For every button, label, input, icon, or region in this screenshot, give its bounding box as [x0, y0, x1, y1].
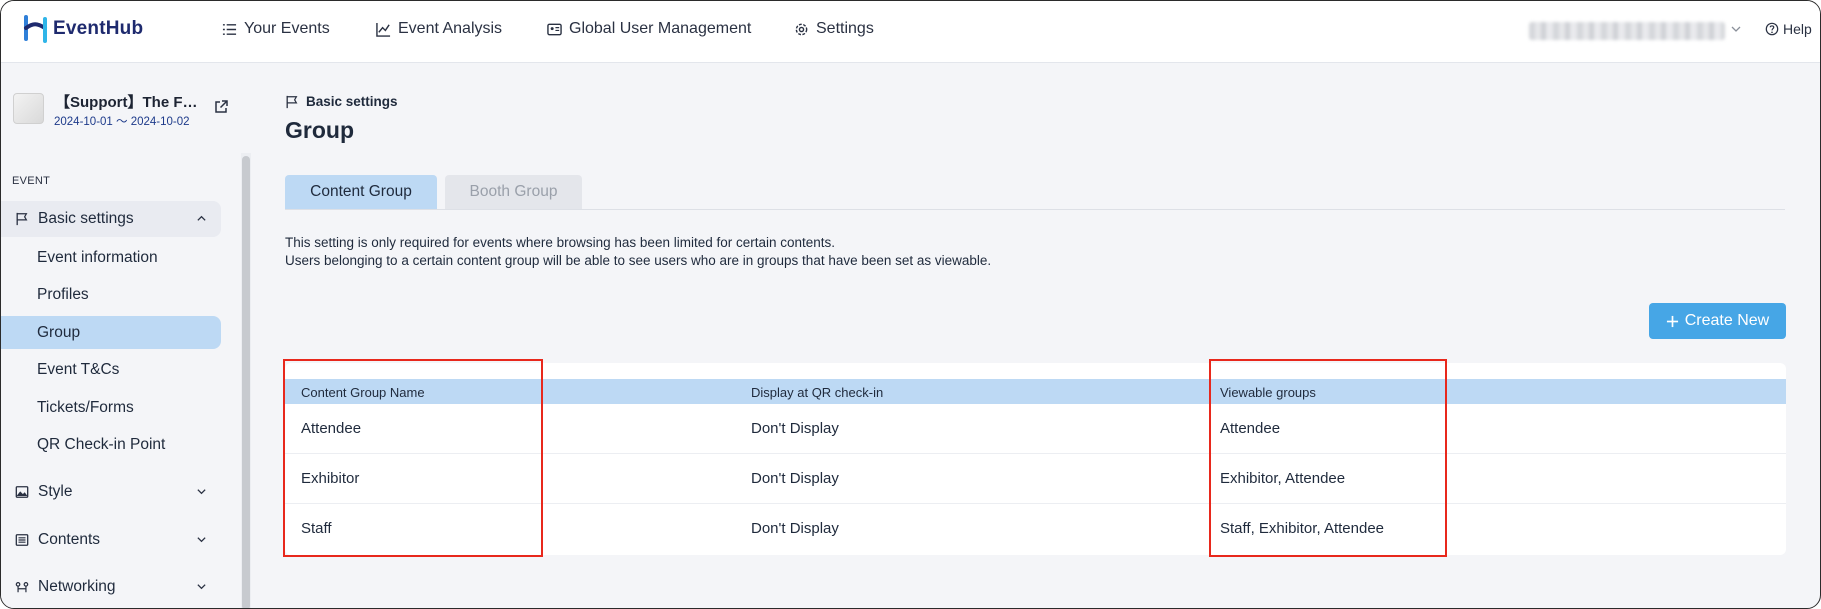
list-icon [222, 23, 237, 35]
nav-label: Event Analysis [398, 20, 503, 37]
gear-icon [795, 23, 808, 35]
flag-icon [286, 95, 298, 108]
cell-qr-display: Don't Display [751, 420, 839, 437]
sidebar-group-label: Networking [38, 578, 116, 595]
column-header-qr[interactable]: Display at QR check-in [751, 385, 883, 400]
create-new-label: Create New [1684, 312, 1770, 329]
sidebar-item-event-tcs[interactable]: Event T&Cs [1, 353, 221, 386]
chart-line-icon [376, 22, 391, 37]
sidebar-item-group[interactable]: Group [1, 316, 221, 349]
event-dates: 2024-10-01 〜 2024-10-02 [54, 116, 190, 128]
nav-your-events[interactable]: Your Events [222, 20, 330, 38]
breadcrumb: Basic settings [285, 94, 398, 109]
sidebar-item-label: Group [37, 323, 81, 341]
highlight-box-viewable-groups-column [1209, 359, 1447, 557]
sidebar-item-label: Tickets/Forms [37, 398, 134, 416]
external-link-icon[interactable] [213, 99, 229, 115]
chevron-down-icon [197, 584, 206, 590]
sidebar-group-contents[interactable]: Contents [1, 522, 221, 558]
cell-qr-display: Don't Display [751, 520, 839, 537]
eventhub-logo-icon [24, 15, 47, 43]
help-link[interactable]: Help [1765, 21, 1812, 37]
chevron-down-icon [197, 537, 206, 543]
sidebar-item-tickets-forms[interactable]: Tickets/Forms [1, 391, 221, 424]
question-circle-icon [1765, 22, 1779, 36]
highlight-box-group-name-column [283, 359, 543, 557]
sidebar-item-label: Profiles [37, 285, 89, 303]
event-thumbnail [13, 93, 44, 124]
chevron-down-icon [197, 489, 206, 495]
nav-event-analysis[interactable]: Event Analysis [376, 20, 502, 38]
sidebar-item-label: Event T&Cs [37, 360, 120, 378]
sidebar-item-profiles[interactable]: Profiles [1, 278, 221, 311]
chevron-down-icon[interactable] [1730, 23, 1742, 35]
sidebar-item-label: QR Check-in Point [37, 435, 166, 453]
page-title: Group [285, 117, 354, 143]
contents-list-icon [15, 534, 29, 546]
description-line-2: Users belonging to a certain content gro… [285, 252, 992, 268]
nav-label: Settings [816, 20, 874, 37]
nav-global-user-management[interactable]: Global User Management [547, 20, 751, 38]
help-label: Help [1783, 21, 1812, 37]
description-line-1: This setting is only required for events… [285, 235, 836, 250]
sidebar-group-basic-settings[interactable]: Basic settings [1, 201, 221, 237]
nav-label: Global User Management [569, 20, 752, 37]
networking-icon [15, 582, 29, 593]
top-navigation: EventHub Your Events Event Analysis Glob… [1, 1, 1820, 63]
event-title: 【Support】The F… [55, 94, 198, 111]
sidebar-group-style[interactable]: Style [1, 474, 221, 510]
current-event-card: 【Support】The F… 2024-10-01 〜 2024-10-02 [13, 91, 233, 135]
chevron-up-icon [197, 215, 206, 221]
user-account-menu[interactable] [1529, 22, 1725, 40]
sidebar-item-event-information[interactable]: Event information [1, 241, 221, 274]
plus-icon [1666, 315, 1678, 327]
sidebar-group-label: Basic settings [38, 210, 134, 227]
brand-name: EventHub [53, 18, 144, 39]
sidebar-item-label: Event information [37, 248, 158, 266]
sidebar: 【Support】The F… 2024-10-01 〜 2024-10-02 … [1, 63, 239, 608]
breadcrumb-label: Basic settings [306, 94, 398, 109]
sidebar-group-label: Contents [38, 531, 101, 548]
sidebar-item-qr-checkin-point[interactable]: QR Check-in Point [1, 428, 221, 461]
sidebar-group-label: Style [38, 483, 73, 500]
sidebar-group-networking[interactable]: Networking [1, 569, 221, 605]
nav-settings[interactable]: Settings [794, 20, 874, 38]
id-card-icon [547, 23, 562, 35]
brand-logo[interactable]: EventHub [23, 15, 143, 43]
group-tabs: Content Group Booth Group [285, 175, 1785, 210]
tab-booth-group[interactable]: Booth Group [445, 175, 582, 209]
image-icon [15, 486, 29, 498]
nav-label: Your Events [244, 20, 330, 37]
sidebar-scrollbar-thumb[interactable] [242, 156, 250, 608]
cell-qr-display: Don't Display [751, 470, 839, 487]
flag-icon [16, 212, 28, 226]
app-window: EventHub Your Events Event Analysis Glob… [0, 0, 1821, 609]
create-new-button[interactable]: Create New [1649, 303, 1786, 339]
sidebar-section-label: EVENT [12, 175, 51, 187]
tab-content-group[interactable]: Content Group [285, 175, 437, 209]
description: This setting is only required for events… [285, 234, 991, 269]
